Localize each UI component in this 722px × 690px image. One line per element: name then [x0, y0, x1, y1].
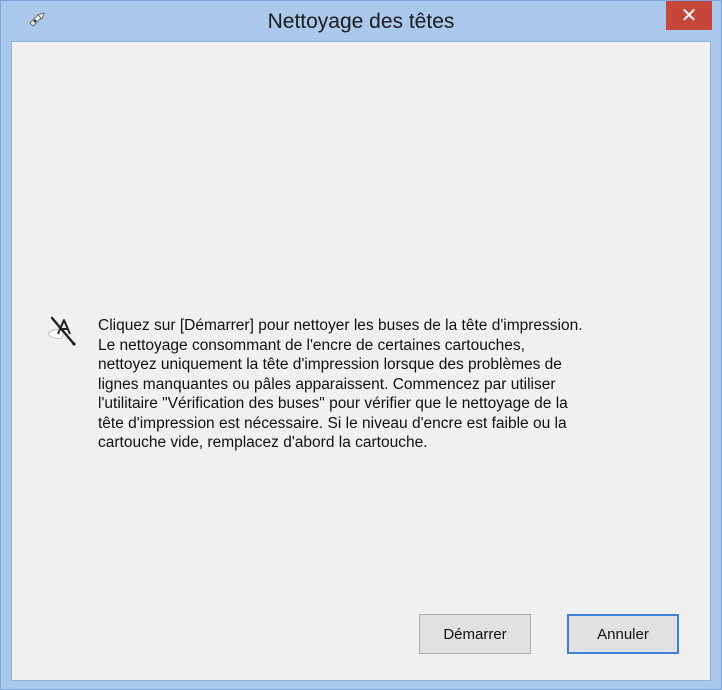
- printer-head-icon: [44, 312, 84, 352]
- close-button[interactable]: ✕: [666, 1, 712, 30]
- title-bar[interactable]: Nettoyage des têtes ✕: [1, 1, 721, 41]
- instruction-text: Cliquez sur [Démarrer] pour nettoyer les…: [98, 317, 583, 451]
- dialog-body: Cliquez sur [Démarrer] pour nettoyer les…: [11, 41, 711, 681]
- dialog-window: Nettoyage des têtes ✕ Cliquez sur [Démar…: [0, 0, 722, 690]
- close-icon: ✕: [680, 5, 698, 27]
- start-button[interactable]: Démarrer: [419, 614, 531, 654]
- cancel-button[interactable]: Annuler: [567, 614, 679, 654]
- window-title: Nettoyage des têtes: [267, 10, 455, 33]
